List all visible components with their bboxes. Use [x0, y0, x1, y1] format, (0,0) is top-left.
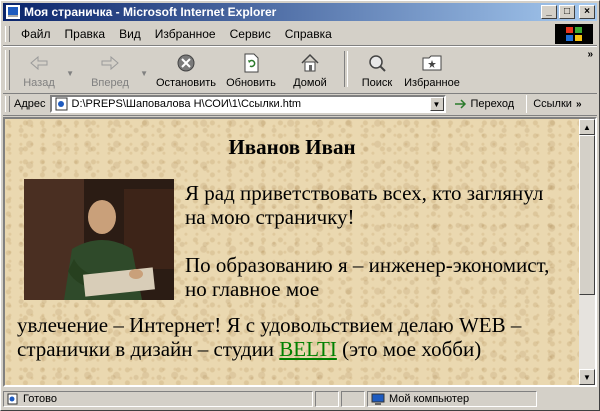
toolbar-separator	[344, 51, 348, 87]
home-button[interactable]: Домой	[282, 47, 338, 89]
address-dropdown-icon[interactable]: ▼	[429, 97, 444, 111]
address-label: Адрес	[14, 98, 46, 110]
menu-bar: Файл Правка Вид Избранное Сервис Справка	[3, 23, 597, 46]
status-security	[341, 391, 365, 407]
menu-favorites[interactable]: Избранное	[148, 27, 223, 41]
hobby-text-after: (это мое хобби)	[336, 337, 482, 361]
author-photo	[24, 179, 174, 300]
menu-tools[interactable]: Сервис	[223, 27, 278, 41]
menu-edit[interactable]: Правка	[58, 27, 113, 41]
menu-view[interactable]: Вид	[112, 27, 148, 41]
computer-icon	[371, 393, 385, 405]
refresh-label: Обновить	[226, 77, 276, 89]
ie-logo-icon	[6, 5, 20, 19]
status-zone-text: Мой компьютер	[389, 393, 470, 405]
address-grip[interactable]	[5, 96, 10, 112]
favorites-label: Избранное	[404, 77, 460, 89]
scroll-up-button[interactable]: ▲	[579, 119, 595, 135]
status-progress	[315, 391, 339, 407]
standard-toolbar: Назад ▼ Вперед ▼ Остановить Обновить Дом…	[3, 46, 597, 94]
status-text: Готово	[23, 393, 57, 405]
forward-button[interactable]: Вперед ▼	[82, 47, 148, 89]
page-icon	[55, 97, 67, 111]
home-icon	[299, 52, 321, 74]
go-arrow-icon	[454, 99, 466, 109]
belti-link[interactable]: BELTI	[279, 337, 337, 361]
links-button[interactable]: Ссылки »	[526, 95, 582, 113]
greeting-paragraph: Я рад приветствовать всех, кто заглянул …	[185, 181, 544, 229]
back-button[interactable]: Назад ▼	[14, 47, 74, 89]
search-label: Поиск	[361, 77, 393, 89]
web-page: Иванов Иван Я рад приветствовать всех, к…	[5, 119, 579, 385]
menu-grip[interactable]	[5, 26, 10, 42]
education-paragraph: По образованию я – инженер-экономист, но…	[185, 253, 550, 301]
title-bar[interactable]: Моя страничка - Microsoft Internet Explo…	[3, 3, 597, 21]
back-arrow-icon	[28, 52, 50, 74]
maximize-button[interactable]: □	[559, 5, 575, 19]
links-more-chevron[interactable]: »	[576, 99, 582, 110]
browser-window: Моя страничка - Microsoft Internet Explo…	[0, 0, 600, 411]
stop-label: Остановить	[155, 77, 217, 89]
forward-dropdown-icon[interactable]: ▼	[140, 69, 148, 78]
toolbar-grip[interactable]	[5, 50, 10, 90]
maximize-icon: □	[563, 6, 571, 17]
page-heading: Иванов Иван	[228, 135, 356, 159]
stop-button[interactable]: Остановить	[152, 47, 220, 89]
links-label: Ссылки	[533, 98, 572, 110]
favorites-button[interactable]: Избранное	[400, 47, 464, 89]
window-title: Моя страничка - Microsoft Internet Explo…	[24, 5, 277, 19]
toolbar-more-chevron[interactable]: »	[587, 49, 593, 60]
menu-help[interactable]: Справка	[278, 27, 339, 41]
home-label: Домой	[293, 77, 327, 89]
refresh-icon	[240, 52, 262, 74]
content-frame: Иванов Иван Я рад приветствовать всех, к…	[3, 117, 597, 387]
scroll-down-button[interactable]: ▼	[579, 369, 595, 385]
favorites-icon	[421, 52, 443, 74]
address-bar: Адрес D:\PREPS\Шаповалова Н\СОИ\1\Ссылки…	[3, 93, 597, 116]
search-button[interactable]: Поиск	[354, 47, 400, 89]
hobby-paragraph: увлечение – Интернет! Я с удовольствием …	[17, 313, 577, 361]
close-button[interactable]: ×	[579, 5, 595, 19]
vertical-scrollbar[interactable]: ▲ ▼	[579, 119, 595, 385]
windows-logo-icon	[555, 24, 593, 44]
close-icon: ×	[584, 6, 590, 17]
back-dropdown-icon[interactable]: ▼	[66, 69, 74, 78]
minimize-icon: _	[546, 6, 552, 17]
menu-file[interactable]: Файл	[14, 27, 58, 41]
forward-label: Вперед	[91, 77, 129, 89]
stop-icon	[175, 52, 197, 74]
status-main: Готово	[3, 391, 313, 407]
go-label: Переход	[470, 98, 515, 110]
status-bar: Готово Мой компьютер	[3, 389, 597, 409]
minimize-button[interactable]: _	[541, 5, 557, 19]
forward-arrow-icon	[99, 52, 121, 74]
address-input[interactable]: D:\PREPS\Шаповалова Н\СОИ\1\Ссылки.htm ▼	[49, 95, 446, 113]
search-icon	[366, 52, 388, 74]
address-value: D:\PREPS\Шаповалова Н\СОИ\1\Ссылки.htm	[71, 98, 302, 110]
page-done-icon	[7, 393, 18, 405]
go-button[interactable]: Переход	[454, 98, 515, 110]
refresh-button[interactable]: Обновить	[220, 47, 282, 89]
status-zone: Мой компьютер	[367, 391, 537, 407]
scroll-thumb[interactable]	[579, 135, 595, 295]
back-label: Назад	[23, 77, 55, 89]
